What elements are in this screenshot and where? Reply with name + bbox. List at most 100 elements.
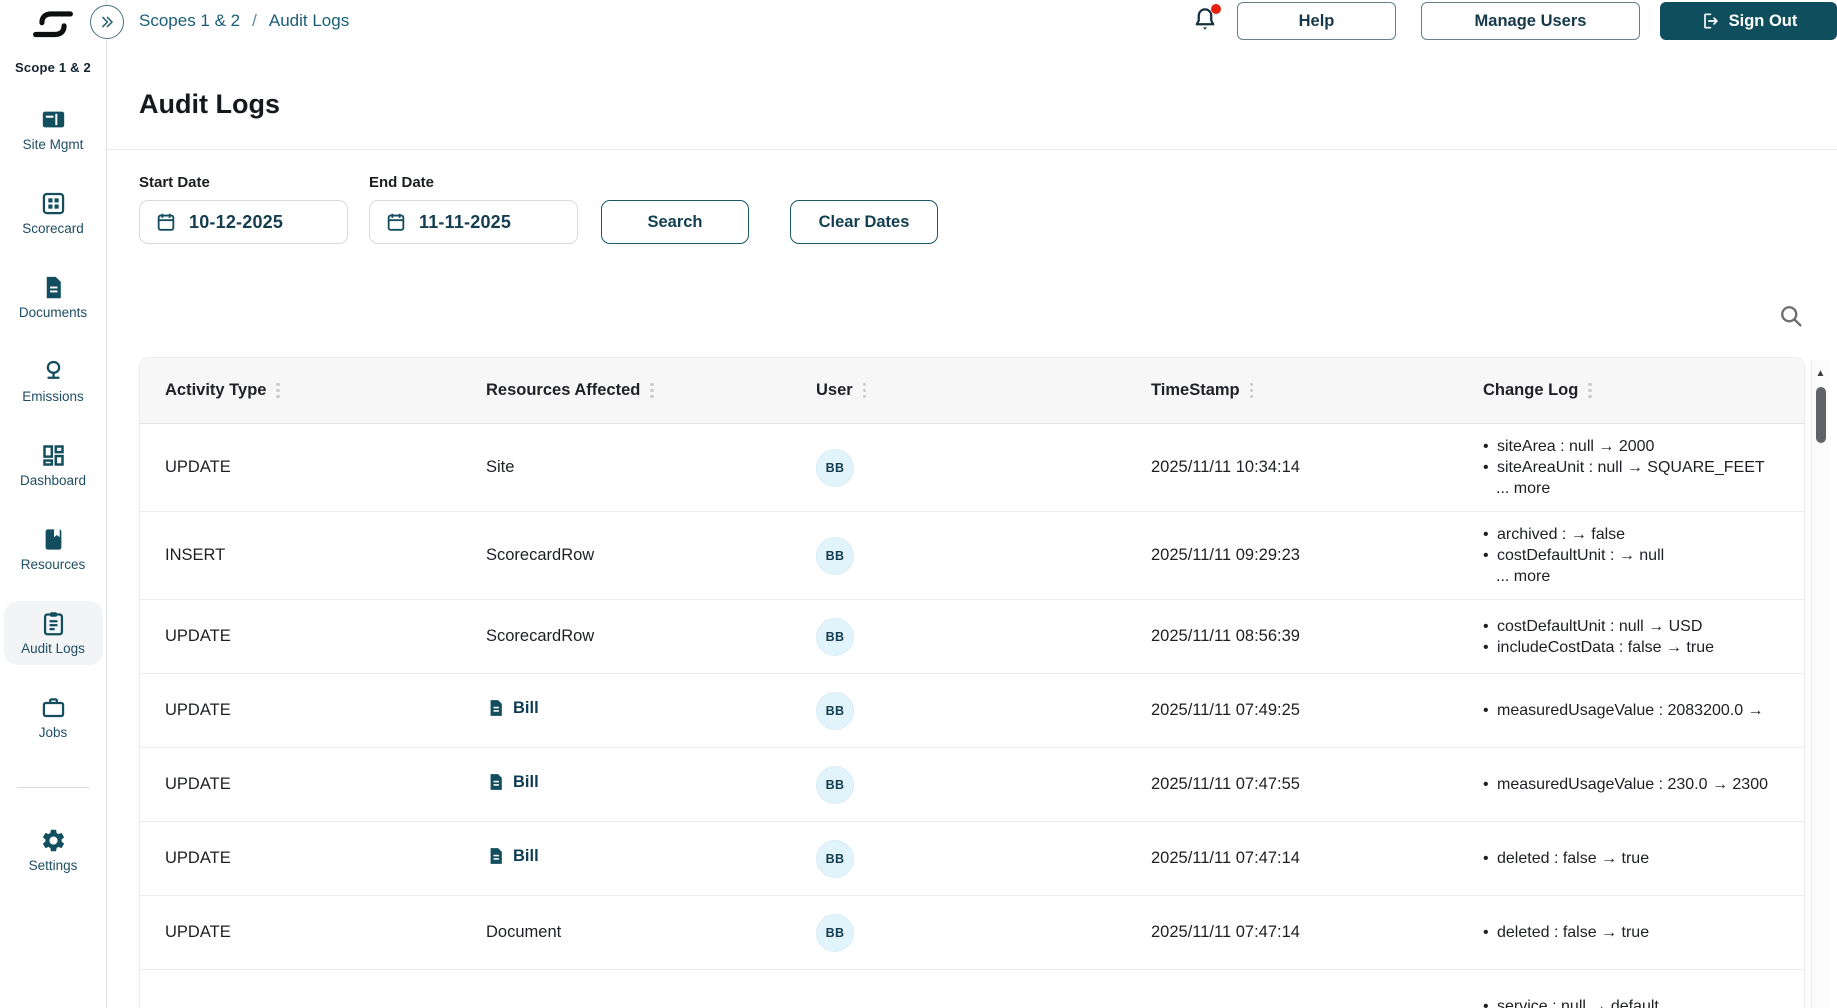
sidebar-item-scorecard[interactable]: Scorecard [4,181,103,245]
calendar-icon [387,213,405,231]
dashboard-icon [40,442,67,469]
change-entry: • measuredUsageValue : 230.0 → 2300 [1483,776,1768,793]
change-log-cell: • measuredUsageValue : 230.0 → 2300 [1458,762,1804,807]
site-mgmt-icon [40,106,67,133]
clear-dates-button[interactable]: Clear Dates [790,200,938,244]
sidebar-item-site-mgmt[interactable]: Site Mgmt [4,97,103,161]
user-cell: BB [791,834,1126,884]
notification-dot [1211,4,1221,14]
column-header-activity-type[interactable]: Activity Type [140,381,461,400]
bullet-icon: • [1483,776,1489,793]
column-header-change-log[interactable]: Change Log [1458,381,1804,400]
table-row: UPDATE Bill BB 2025/11/11 07:47:14 • deleted … [140,822,1804,896]
sidebar-item-label: Settings [28,858,78,873]
end-date-input[interactable]: 11-11-2025 [369,200,578,244]
audit-logs-table: Activity Type Resources Affected User TimeS… [139,357,1805,1008]
help-button[interactable]: Help [1237,2,1396,40]
double-chevron-right-icon [102,16,113,28]
activity-type-cell [140,995,461,1008]
timestamp-cell: 2025/11/11 07:49:25 [1151,701,1300,719]
sidebar-item-label: Dashboard [19,473,87,488]
resource-cell: Bill [461,760,791,809]
scorecard-icon [40,190,67,217]
show-more-link[interactable]: ... more [1483,566,1804,587]
notification-bell-icon[interactable] [1190,4,1222,37]
user-avatar[interactable]: BB [816,765,854,804]
breadcrumb-item-scopes[interactable]: Scopes 1 & 2 [139,11,240,31]
user-cell: BB [791,443,1126,493]
change-log-cell: • deleted : false → true [1458,910,1804,955]
breadcrumb-item-audit-logs[interactable]: Audit Logs [269,11,349,31]
column-menu-icon[interactable] [1588,382,1592,399]
sidebar-item-documents[interactable]: Documents [4,265,103,329]
timestamp-cell: 2025/11/11 07:47:14 [1151,849,1300,867]
change-entry: • costDefaultUnit : → null [1483,547,1665,564]
logout-icon [1703,13,1718,29]
show-more-link[interactable]: ... more [1483,478,1804,499]
sidebar-item-label: Audit Logs [21,641,85,656]
end-date-label: End Date [369,174,435,191]
column-menu-icon[interactable] [1249,382,1254,399]
timestamp-cell: 2025/11/11 08:56:39 [1151,627,1300,645]
document-file-icon [486,846,506,866]
audit-logs-icon [40,610,67,637]
sidebar-item-emissions[interactable]: Emissions [4,349,103,413]
sidebar-item-dashboard[interactable]: Dashboard [4,433,103,497]
resource-name: Bill [513,846,539,865]
scrollbar-up-button[interactable]: ▲ [1812,360,1829,379]
table-scrollbar[interactable]: ▲ [1811,360,1829,1008]
user-avatar[interactable]: BB [816,617,854,656]
column-label: User [816,381,853,399]
change-entry: • siteArea : null → 2000 [1483,438,1655,455]
sidebar-item-settings[interactable]: Settings [4,818,103,882]
activity-type-cell: UPDATE [165,923,231,941]
resource-cell: Bill [461,834,791,883]
column-header-resources-affected[interactable]: Resources Affected [461,381,791,400]
sidebar-nav: Site Mgmt Scorecard Documents Emissions Dash… [0,97,106,769]
user-avatar[interactable]: BB [816,448,854,487]
search-button[interactable]: Search [601,200,749,244]
table-row: UPDATE Bill BB 2025/11/11 07:47:55 • measured… [140,748,1804,822]
resource-link[interactable]: Bill [486,772,539,792]
user-avatar[interactable]: BB [816,913,854,952]
sidebar-expand-button[interactable] [90,5,124,39]
sidebar-item-resources[interactable]: Resources [4,517,103,581]
bullet-icon: • [1483,638,1489,656]
resource-cell: Bill [461,686,791,735]
sidebar-item-jobs[interactable]: Jobs [4,685,103,749]
sign-out-button[interactable]: Sign Out [1660,2,1837,40]
timestamp-cell [1126,995,1458,1008]
change-entry: • service : null → default [1483,996,1804,1008]
column-menu-icon[interactable] [276,382,280,399]
table-row: UPDATE Document BB 2025/11/11 07:47:14 • dele… [140,896,1804,970]
table-row: UPDATE Site BB 2025/11/11 10:34:14 • siteArea… [140,424,1804,512]
user-avatar[interactable]: BB [816,536,854,575]
title-divider [107,149,1837,150]
bullet-icon: • [1483,547,1489,564]
column-header-user[interactable]: User [791,381,1126,400]
date-filters: Start Date 10-12-2025 End Date 11-11-202… [139,174,1805,244]
change-log-cell: • archived : → false • costDefaultUnit : → … [1458,512,1804,599]
resource-cell: Document [486,923,562,941]
sidebar-item-audit-logs[interactable]: Audit Logs [3,601,103,665]
sidebar-divider [17,787,89,788]
column-menu-icon[interactable] [650,382,654,399]
change-entry: • deleted : false → true [1483,850,1650,867]
start-date-input[interactable]: 10-12-2025 [139,200,348,244]
activity-type-cell: UPDATE [165,458,231,476]
resource-link[interactable]: Bill [486,698,539,718]
resource-link[interactable]: Bill [486,846,539,866]
sign-out-label: Sign Out [1728,11,1798,30]
column-menu-icon[interactable] [862,382,867,399]
user-cell: BB [791,531,1126,581]
column-label: TimeStamp [1151,381,1240,399]
search-icon[interactable] [1777,302,1805,330]
user-cell [791,1001,1126,1008]
resource-name: Bill [513,698,539,717]
user-avatar[interactable]: BB [816,839,854,878]
manage-users-button[interactable]: Manage Users [1421,2,1640,40]
end-date-value: 11-11-2025 [419,211,512,232]
scrollbar-thumb[interactable] [1816,387,1826,443]
user-avatar[interactable]: BB [816,691,854,730]
column-header-timestamp[interactable]: TimeStamp [1126,381,1458,400]
